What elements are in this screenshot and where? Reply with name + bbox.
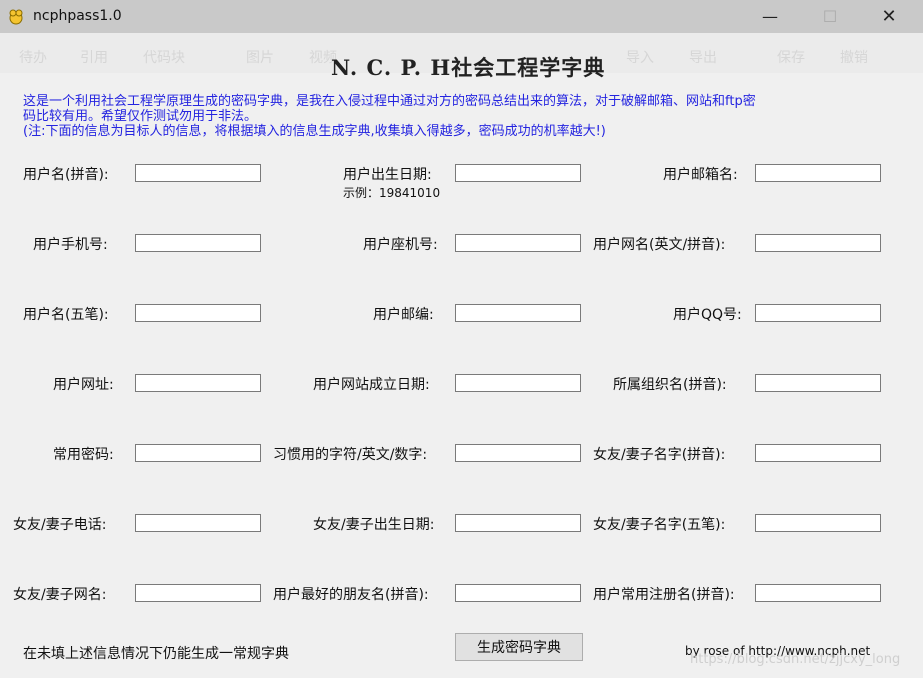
zipcode-label: 用户邮编: [373,307,434,323]
partner-name-pinyin-label: 女友/妻子名字(拼音): [593,447,726,463]
description-line: 这是一个利用社会工程学原理生成的密码字典，是我在入侵过程中通过对方的密码总结出来… [23,94,756,109]
window-title: ncphpass1.0 [33,8,122,24]
organization-input[interactable] [755,374,881,392]
register-name-input[interactable] [755,584,881,602]
nickname-label: 用户网名(英文/拼音): [593,237,726,253]
mobile-label: 用户手机号: [33,237,108,253]
website-input[interactable] [135,374,261,392]
partner-nickname-input[interactable] [135,584,261,602]
username-pinyin-input[interactable] [135,164,261,182]
birthdate-input[interactable] [455,164,581,182]
description-line: 码比较有用。希望仅作测试勿用于非法。 [23,109,258,124]
partner-birthdate-input[interactable] [455,514,581,532]
website-date-label: 用户网站成立日期: [313,377,430,393]
birthdate-label: 用户出生日期: [343,167,432,183]
partner-name-pinyin-input[interactable] [755,444,881,462]
username-wubi-input[interactable] [135,304,261,322]
register-name-label: 用户常用注册名(拼音): [593,587,735,603]
common-password-input[interactable] [135,444,261,462]
description: 这是一个利用社会工程学原理生成的密码字典，是我在入侵过程中通过对方的密码总结出来… [23,94,883,139]
website-date-input[interactable] [455,374,581,392]
watermark-text: https://blog.csdn.net/zjjcxy_long [690,652,901,667]
nickname-input[interactable] [755,234,881,252]
qq-label: 用户QQ号: [673,307,742,323]
minimize-icon: — [762,7,778,26]
ghost-item: 导入 [626,50,654,66]
partner-birthdate-label: 女友/妻子出生日期: [313,517,435,533]
ghost-item: 引用 [80,50,108,66]
habit-chars-input[interactable] [455,444,581,462]
email-name-label: 用户邮箱名: [663,167,738,183]
best-friend-input[interactable] [455,584,581,602]
best-friend-label: 用户最好的朋友名(拼音): [273,587,429,603]
partner-name-wubi-label: 女友/妻子名字(五笔): [593,517,726,533]
close-button[interactable]: ✕ [866,0,912,33]
email-name-input[interactable] [755,164,881,182]
organization-label: 所属组织名(拼音): [613,377,727,393]
ghost-item: 撤销 [840,50,868,66]
website-label: 用户网址: [53,377,114,393]
partner-nickname-label: 女友/妻子网名: [13,587,107,603]
page-title: N. C. P. H社会工程学字典 [331,55,606,80]
description-line: (注:下面的信息为目标人的信息，将根据填入的信息生成字典,收集填入得越多，密码成… [23,124,606,139]
partner-phone-label: 女友/妻子电话: [13,517,107,533]
minimize-button[interactable]: — [747,0,793,33]
username-wubi-label: 用户名(五笔): [23,307,109,323]
partner-phone-input[interactable] [135,514,261,532]
landline-input[interactable] [455,234,581,252]
default-dictionary-note: 在未填上述信息情况下仍能生成一常规字典 [23,646,289,662]
habit-chars-label: 习惯用的字符/英文/数字: [273,447,428,463]
birthdate-hint: 示例：19841010 [343,186,441,200]
maximize-button[interactable]: ☐ [807,0,853,33]
mobile-input[interactable] [135,234,261,252]
ghost-item: 导出 [689,50,717,66]
maximize-icon: ☐ [822,7,838,26]
close-icon: ✕ [881,6,897,27]
partner-name-wubi-input[interactable] [755,514,881,532]
generate-dictionary-button[interactable]: 生成密码字典 [455,633,583,661]
ghost-item: 代码块 [143,50,185,66]
zipcode-input[interactable] [455,304,581,322]
landline-label: 用户座机号: [363,237,438,253]
common-password-label: 常用密码: [53,447,114,463]
ghost-item: 待办 [19,50,47,66]
ghost-item: 保存 [777,50,805,66]
app-icon [9,9,23,25]
ghost-item: 图片 [246,50,274,66]
qq-input[interactable] [755,304,881,322]
username-pinyin-label: 用户名(拼音): [23,167,109,183]
title-bar: ncphpass1.0 — ☐ ✕ [0,0,923,33]
